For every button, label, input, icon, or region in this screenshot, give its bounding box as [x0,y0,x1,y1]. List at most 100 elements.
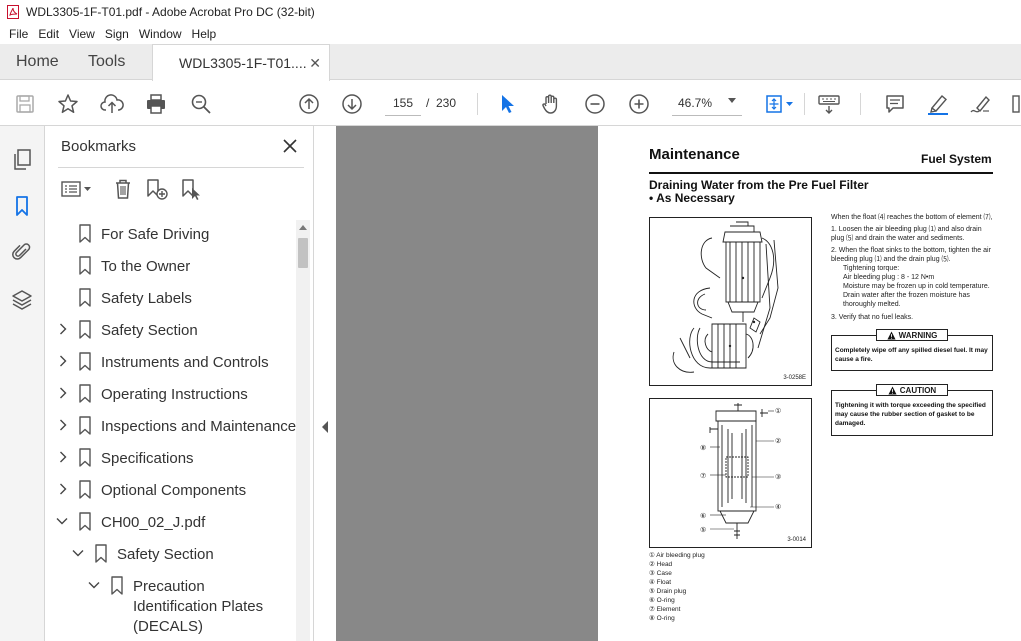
bookmark-icon [79,320,91,339]
close-tab-icon[interactable]: ✕ [309,55,321,72]
chevron-right-icon[interactable] [57,355,69,367]
search-icon[interactable] [188,91,214,117]
comment-icon[interactable] [882,91,908,117]
page-separator: / [426,96,430,110]
svg-text:⑤: ⑤ [700,526,706,534]
bookmark-item[interactable]: Optional Components [46,474,296,506]
bookmark-item[interactable]: Safety Labels [46,282,296,314]
delete-bookmark-icon[interactable] [110,177,136,201]
tab-tools[interactable]: Tools [88,44,125,80]
bookmark-item[interactable]: Instruments and Controls [46,346,296,378]
tab-home[interactable]: Home [16,44,59,80]
collapse-panel-icon[interactable] [321,421,329,433]
bookmark-item[interactable]: For Safe Driving [46,218,296,250]
svg-text:⑦: ⑦ [700,472,706,480]
fuel-filter-location-figure: 3-0258E [649,217,812,386]
torque-label: Tightening torque: [843,265,900,272]
title-bar: WDL3305-1F-T01.pdf - Adobe Acrobat Pro D… [0,0,1021,24]
legend-item: ④ Float [649,579,672,586]
attachment-icon[interactable] [10,240,34,264]
caution-icon [888,385,897,395]
chevron-down-icon [728,98,736,103]
legend-item: ② Head [649,561,673,568]
more-tools-icon[interactable] [1010,91,1021,117]
bookmark-label: Safety Labels [101,290,192,307]
page-thumbnails-icon[interactable] [10,148,34,172]
previous-page-icon[interactable] [296,91,322,117]
bookmark-item[interactable]: Operating Instructions [46,378,296,410]
bookmark-options-icon[interactable] [60,177,94,201]
chevron-right-icon[interactable] [57,451,69,463]
tab-bar: Home Tools WDL3305-1F-T01.... ✕ [0,44,1021,81]
chevron-right-icon[interactable] [57,419,69,431]
legend-item: ⑥ O-ring [649,597,675,604]
new-bookmark-icon[interactable] [144,177,170,201]
keyboard-scroll-icon[interactable] [816,91,842,117]
document-view[interactable]: Maintenance Fuel System Draining Water f… [336,126,1021,641]
highlight-pen-icon[interactable] [925,91,951,117]
close-icon[interactable] [280,136,300,156]
fuel-filter-parts-figure: ① ② ③ ④ ⑤ ⑥ ⑦ ⑧ 3-0014 [649,398,812,548]
bookmark-item[interactable]: To the Owner [46,250,296,282]
legend-item: ⑧ O-ring [649,615,675,622]
zoom-in-icon[interactable] [626,91,652,117]
scrollbar-thumb[interactable] [298,238,308,268]
page-subheading-interval: • As Necessary [649,191,735,205]
menu-help[interactable]: Help [187,27,222,41]
bookmark-icon [79,416,91,435]
bookmark-scrollbar[interactable] [296,220,310,641]
menu-file[interactable]: File [4,27,33,41]
menu-window[interactable]: Window [134,27,187,41]
figure-code: 3-0258E [783,375,806,381]
find-bookmark-icon[interactable] [179,177,205,201]
fuel-filter-engine-drawing [672,221,779,373]
menu-view[interactable]: View [64,27,100,41]
bookmark-item[interactable]: Safety Section [46,314,296,346]
bookmarks-title: Bookmarks [61,138,137,155]
navigation-rail [0,126,45,641]
chevron-right-icon[interactable] [57,387,69,399]
scroll-up-icon[interactable] [299,224,307,230]
zoom-select[interactable]: 46.7% [672,90,742,116]
bookmark-item[interactable]: Specifications [46,442,296,474]
page-section: Fuel System [921,152,992,166]
warning-title: WARNING [898,330,938,340]
zoom-out-icon[interactable] [582,91,608,117]
toolbar-divider [804,93,805,115]
bookmark-label: Inspections and Maintenance [101,418,297,435]
warning-header: WARNING [876,329,948,341]
bookmark-item[interactable]: Inspections and Maintenance [46,410,296,442]
toolbar-divider [860,93,861,115]
chevron-right-icon[interactable] [57,483,69,495]
tab-document[interactable]: WDL3305-1F-T01.... ✕ [152,44,330,81]
chevron-down-icon[interactable] [56,515,68,527]
svg-text:⑥: ⑥ [700,512,706,520]
fit-page-icon[interactable] [762,91,796,117]
chevron-down-icon[interactable] [72,547,84,559]
page-number-input[interactable] [385,90,421,116]
next-page-icon[interactable] [339,91,365,117]
menu-sign[interactable]: Sign [100,27,134,41]
upload-cloud-icon[interactable] [99,91,125,117]
bookmark-item[interactable]: Safety Section [46,538,296,570]
bookmark-item[interactable]: CH00_02_J.pdf [46,506,296,538]
star-icon[interactable] [55,91,81,117]
print-icon[interactable] [143,91,169,117]
step-1-text: 1. Loosen the air bleeding plug ⑴ and al… [831,226,982,242]
bookmark-icon [79,448,91,467]
panel-divider [58,167,304,168]
hand-tool-icon[interactable] [538,91,564,117]
chevron-right-icon[interactable] [57,323,69,335]
sign-pen-icon[interactable] [968,91,994,117]
layers-icon[interactable] [10,288,34,312]
pdf-page: Maintenance Fuel System Draining Water f… [598,126,1021,641]
bookmark-item[interactable]: Precaution Identification Plates (DECALS… [46,570,296,640]
menu-edit[interactable]: Edit [33,27,64,41]
bookmark-label: Safety Section [101,322,198,339]
bookmark-panel-icon[interactable] [10,194,34,218]
save-icon[interactable] [12,91,38,117]
chevron-down-icon[interactable] [88,579,100,591]
panel-splitter[interactable] [314,126,336,641]
zoom-value: 46.7% [678,95,713,110]
select-cursor-icon[interactable] [494,91,520,117]
